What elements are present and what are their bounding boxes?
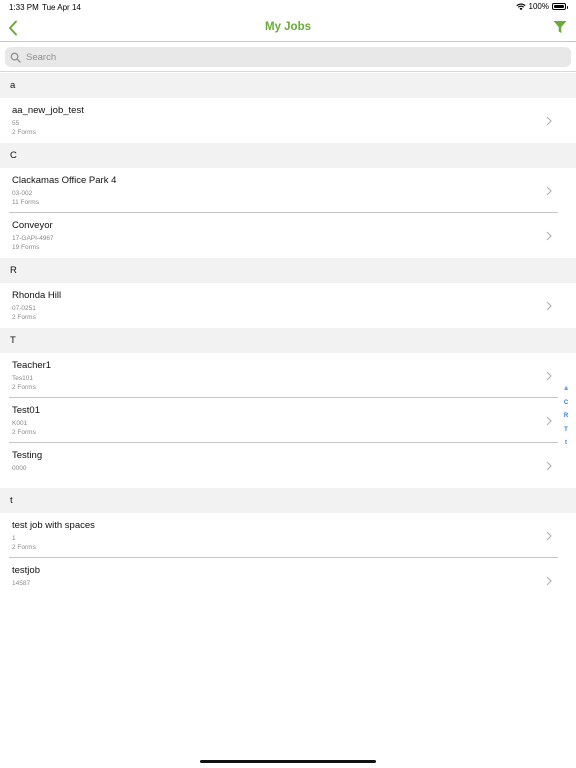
job-forms-count: 2 Forms bbox=[12, 428, 36, 436]
section-header-t-upper: T bbox=[0, 328, 576, 353]
chevron-right-icon bbox=[546, 531, 552, 541]
battery-icon bbox=[552, 3, 568, 10]
status-time: 1:33 PM bbox=[9, 3, 39, 12]
status-bar: 1:33 PM Tue Apr 14 100% bbox=[0, 0, 576, 14]
job-code: 0000 bbox=[12, 465, 27, 472]
job-name: Rhonda Hill bbox=[12, 290, 62, 301]
job-row[interactable]: aa_new_job_test 55 2 Forms bbox=[0, 98, 576, 143]
job-name: Test01 bbox=[12, 405, 40, 416]
job-forms-count: 2 Forms bbox=[12, 128, 36, 136]
job-code: 17-GAPI-4967 bbox=[12, 235, 54, 242]
job-row[interactable]: Test01 K001 2 Forms bbox=[0, 398, 576, 443]
job-name: test job with spaces bbox=[12, 520, 95, 531]
chevron-right-icon bbox=[546, 461, 552, 471]
status-date: Tue Apr 14 bbox=[42, 3, 81, 12]
section-header-t-lower: t bbox=[0, 488, 576, 513]
index-letter-t-upper[interactable]: T bbox=[564, 424, 568, 438]
job-code: Tes101 bbox=[12, 375, 33, 382]
job-code: 03-002 bbox=[12, 190, 33, 197]
job-code: 14587 bbox=[12, 580, 31, 587]
job-forms-count: 2 Forms bbox=[12, 543, 36, 551]
job-forms-count: 11 Forms bbox=[12, 198, 39, 206]
section-header-a: a bbox=[0, 73, 576, 98]
job-name: aa_new_job_test bbox=[12, 105, 84, 116]
job-name: Clackamas Office Park 4 bbox=[12, 175, 117, 186]
job-row[interactable]: Testing 0000 bbox=[0, 443, 576, 488]
job-forms-count: 2 Forms bbox=[12, 383, 36, 391]
search-input[interactable] bbox=[26, 51, 526, 63]
search-icon bbox=[10, 52, 21, 63]
chevron-right-icon bbox=[546, 186, 552, 196]
job-code: 1 bbox=[12, 535, 16, 542]
job-row[interactable]: test job with spaces 1 2 Forms bbox=[0, 513, 576, 558]
job-forms-count: 2 Forms bbox=[12, 313, 36, 321]
job-row[interactable]: Rhonda Hill 07-0251 2 Forms bbox=[0, 283, 576, 328]
job-name: Teacher1 bbox=[12, 360, 52, 371]
job-name: testjob bbox=[12, 565, 40, 576]
status-indicators: 100% bbox=[515, 2, 568, 11]
index-letter-r[interactable]: R bbox=[564, 410, 568, 424]
battery-percent: 100% bbox=[528, 2, 549, 11]
chevron-right-icon bbox=[546, 116, 552, 126]
job-name: Testing bbox=[12, 450, 43, 461]
job-forms-count: 19 Forms bbox=[12, 243, 40, 251]
job-name: Conveyor bbox=[12, 220, 53, 231]
wifi-icon bbox=[515, 3, 526, 10]
chevron-right-icon bbox=[546, 231, 552, 241]
section-header-c-upper: C bbox=[0, 143, 576, 168]
job-row[interactable]: Conveyor 17-GAPI-4967 19 Forms bbox=[0, 213, 576, 258]
job-code: 07-0251 bbox=[12, 305, 36, 312]
job-row[interactable]: testjob 14587 bbox=[0, 558, 576, 603]
index-letter-c[interactable]: C bbox=[564, 397, 568, 411]
search-field[interactable] bbox=[5, 47, 571, 67]
index-letter-t-lower[interactable]: t bbox=[565, 437, 567, 451]
job-code: 55 bbox=[12, 120, 20, 127]
chevron-right-icon bbox=[546, 416, 552, 426]
job-row[interactable]: Teacher1 Tes101 2 Forms bbox=[0, 353, 576, 398]
job-row[interactable]: Clackamas Office Park 4 03-002 11 Forms bbox=[0, 168, 576, 213]
jobs-list: a aa_new_job_test 55 2 Forms C Clackamas… bbox=[0, 73, 576, 603]
filter-icon[interactable] bbox=[553, 20, 567, 34]
section-index[interactable]: a C R T t bbox=[562, 383, 570, 451]
index-letter-a[interactable]: a bbox=[564, 383, 567, 397]
chevron-right-icon bbox=[546, 576, 552, 586]
home-indicator bbox=[200, 760, 376, 763]
job-code: K001 bbox=[12, 420, 28, 427]
search-bar bbox=[0, 42, 576, 72]
chevron-right-icon bbox=[546, 371, 552, 381]
section-header-r: R bbox=[0, 258, 576, 283]
navigation-bar: My Jobs bbox=[0, 14, 576, 42]
page-title: My Jobs bbox=[264, 21, 311, 33]
chevron-right-icon bbox=[546, 301, 552, 311]
